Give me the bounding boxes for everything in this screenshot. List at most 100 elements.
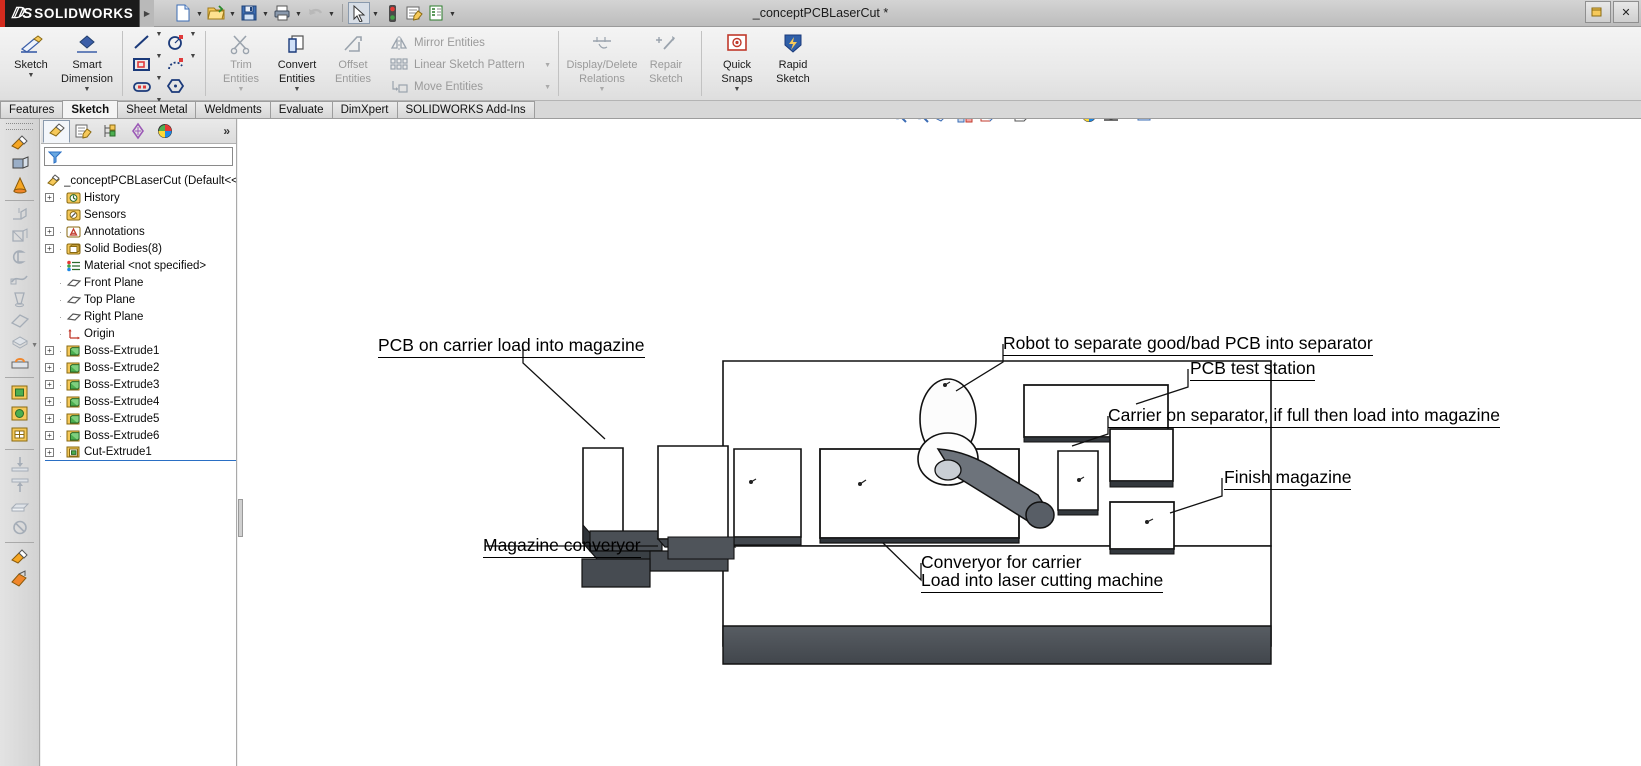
toolbar-drag-grip[interactable]: [6, 123, 33, 130]
tab-sketch[interactable]: Sketch: [62, 100, 119, 118]
annot-robot-separate[interactable]: Robot to separate good/bad PCB into sepa…: [1003, 333, 1373, 356]
feature-tree-root[interactable]: _conceptPCBLaserCut (Default<<: [45, 172, 236, 189]
tree-item-material[interactable]: · Material <not specified>: [45, 257, 236, 274]
tree-item-solid-bodies[interactable]: + · Solid Bodies(8): [45, 240, 236, 257]
annot-carrier-on-separator[interactable]: Carrier on separator, if full then load …: [1108, 405, 1501, 428]
print-dropdown[interactable]: ▼: [293, 3, 304, 23]
rebuild-icon[interactable]: [381, 2, 403, 24]
shell-dim-icon[interactable]: ▼: [0, 331, 40, 352]
circle-tool-caret[interactable]: ▼: [188, 31, 198, 52]
insert-up-icon[interactable]: [0, 475, 40, 496]
insert-down-icon[interactable]: [0, 454, 40, 475]
tree-item-boss-extrude4[interactable]: + · Boss-Extrude4: [45, 393, 236, 410]
restore-window-button[interactable]: [1585, 1, 1611, 23]
select-face-2-icon[interactable]: [0, 547, 40, 568]
tree-item-boss-extrude2[interactable]: + · Boss-Extrude2: [45, 359, 236, 376]
expand-toggle[interactable]: +: [45, 363, 54, 372]
expand-toggle[interactable]: +: [45, 447, 54, 457]
feature-manager-more-button[interactable]: »: [223, 124, 236, 138]
quick-snaps-button[interactable]: Quick Snaps ▼: [709, 29, 765, 93]
flatten-icon[interactable]: [0, 496, 40, 517]
tab-weldments[interactable]: Weldments: [195, 101, 271, 118]
quick-snaps-caret[interactable]: ▼: [734, 86, 741, 93]
new-document-dropdown[interactable]: ▼: [194, 3, 205, 23]
tree-item-cut-extrude1[interactable]: + · Cut-Extrude1: [45, 444, 236, 461]
no-sign-icon[interactable]: [0, 517, 40, 538]
display-delete-relations-button[interactable]: Display/Delete Relations ▼: [566, 29, 638, 93]
sketch-button[interactable]: Sketch ▼: [3, 29, 59, 79]
expand-toggle[interactable]: +: [45, 244, 54, 253]
slot-tool-caret[interactable]: ▼: [154, 75, 164, 96]
pattern-solid-icon[interactable]: [0, 424, 40, 445]
mirror-entities-button[interactable]: Mirror Entities: [387, 32, 551, 54]
undo-dropdown[interactable]: ▼: [326, 3, 337, 23]
tree-item-origin[interactable]: · Origin: [45, 325, 236, 342]
display-delete-relations-caret[interactable]: ▼: [599, 86, 606, 93]
linear-sketch-pattern-caret[interactable]: ▼: [530, 62, 551, 69]
tab-dimxpert[interactable]: DimXpert: [331, 101, 398, 118]
feature-manager-tree-tab[interactable]: [43, 119, 70, 143]
tree-item-right-plane[interactable]: · Right Plane: [45, 308, 236, 325]
line-tool-caret[interactable]: ▼: [154, 31, 164, 52]
tree-item-boss-extrude5[interactable]: + · Boss-Extrude5: [45, 410, 236, 427]
fillet-dim-icon[interactable]: [0, 310, 40, 331]
expand-toggle[interactable]: +: [45, 346, 54, 355]
tree-item-annotations[interactable]: + · Annotations: [45, 223, 236, 240]
trim-entities-caret[interactable]: ▼: [238, 86, 245, 93]
configuration-manager-tab[interactable]: [97, 120, 124, 143]
tree-item-boss-extrude1[interactable]: + · Boss-Extrude1: [45, 342, 236, 359]
move-entities-button[interactable]: Move Entities ▼: [387, 76, 551, 98]
file-properties-dropdown[interactable]: ▼: [447, 3, 458, 23]
close-window-button[interactable]: ✕: [1613, 1, 1639, 23]
extrude-boss-dim-icon[interactable]: [0, 205, 40, 226]
select-face-icon[interactable]: [0, 133, 40, 154]
new-document-icon[interactable]: [172, 2, 194, 24]
extrude-cut-dim-icon[interactable]: [0, 226, 40, 247]
menu-expand-arrow[interactable]: ▶: [140, 0, 154, 27]
select-icon[interactable]: [348, 2, 370, 24]
expand-toggle[interactable]: +: [45, 431, 54, 440]
annot-load-laser[interactable]: Load into laser cutting machine: [921, 570, 1164, 593]
tab-evaluate[interactable]: Evaluate: [269, 101, 333, 118]
display-manager-tab[interactable]: [151, 120, 178, 143]
model-3d-view[interactable]: [238, 119, 1641, 766]
tree-item-boss-extrude6[interactable]: + · Boss-Extrude6: [45, 427, 236, 444]
dimxpert-manager-tab[interactable]: [124, 120, 151, 143]
expand-toggle[interactable]: +: [45, 193, 54, 202]
expand-toggle[interactable]: +: [45, 380, 54, 389]
save-dropdown[interactable]: ▼: [260, 3, 271, 23]
sketch-dropdown-caret[interactable]: ▼: [28, 72, 35, 79]
repair-sketch-button[interactable]: Repair Sketch: [638, 29, 694, 85]
rectangle-tool[interactable]: [130, 53, 154, 74]
tree-item-boss-extrude3[interactable]: + · Boss-Extrude3: [45, 376, 236, 393]
linear-sketch-pattern-button[interactable]: Linear Sketch Pattern ▼: [387, 54, 551, 76]
move-entities-caret[interactable]: ▼: [530, 84, 551, 91]
convert-entities-button[interactable]: Convert Entities ▼: [269, 29, 325, 93]
open-document-icon[interactable]: [205, 2, 227, 24]
arc-tool-caret[interactable]: ▼: [188, 53, 198, 74]
expand-toggle[interactable]: +: [45, 414, 54, 423]
tab-solidworks-add-ins[interactable]: SOLIDWORKS Add-Ins: [396, 101, 535, 118]
expand-toggle[interactable]: +: [45, 227, 54, 236]
shaded-2-icon[interactable]: [0, 568, 40, 589]
undo-icon[interactable]: [304, 2, 326, 24]
line-tool[interactable]: [130, 31, 154, 52]
annot-magazine-converyor[interactable]: Magazine converyor: [483, 535, 641, 558]
tab-features[interactable]: Features: [0, 101, 64, 118]
annot-pcb-test-station[interactable]: PCB test station: [1190, 358, 1316, 381]
annot-finish-magazine[interactable]: Finish magazine: [1224, 467, 1352, 490]
sweep-dim-icon[interactable]: [0, 268, 40, 289]
draft-analysis-icon[interactable]: [0, 175, 40, 196]
slot-tool[interactable]: [130, 75, 154, 96]
expand-toggle[interactable]: +: [45, 397, 54, 406]
offset-entities-button[interactable]: Offset Entities: [325, 29, 381, 85]
tree-item-front-plane[interactable]: · Front Plane: [45, 274, 236, 291]
save-icon[interactable]: [238, 2, 260, 24]
cut-extrude-solid-icon[interactable]: [0, 403, 40, 424]
tree-item-history[interactable]: + · History: [45, 189, 236, 206]
smart-dimension-caret[interactable]: ▼: [84, 86, 91, 93]
tree-item-top-plane[interactable]: · Top Plane: [45, 291, 236, 308]
annot-pcb-on-carrier[interactable]: PCB on carrier load into magazine: [378, 335, 645, 358]
options-icon[interactable]: [403, 2, 425, 24]
revolve-dim-icon[interactable]: [0, 247, 40, 268]
